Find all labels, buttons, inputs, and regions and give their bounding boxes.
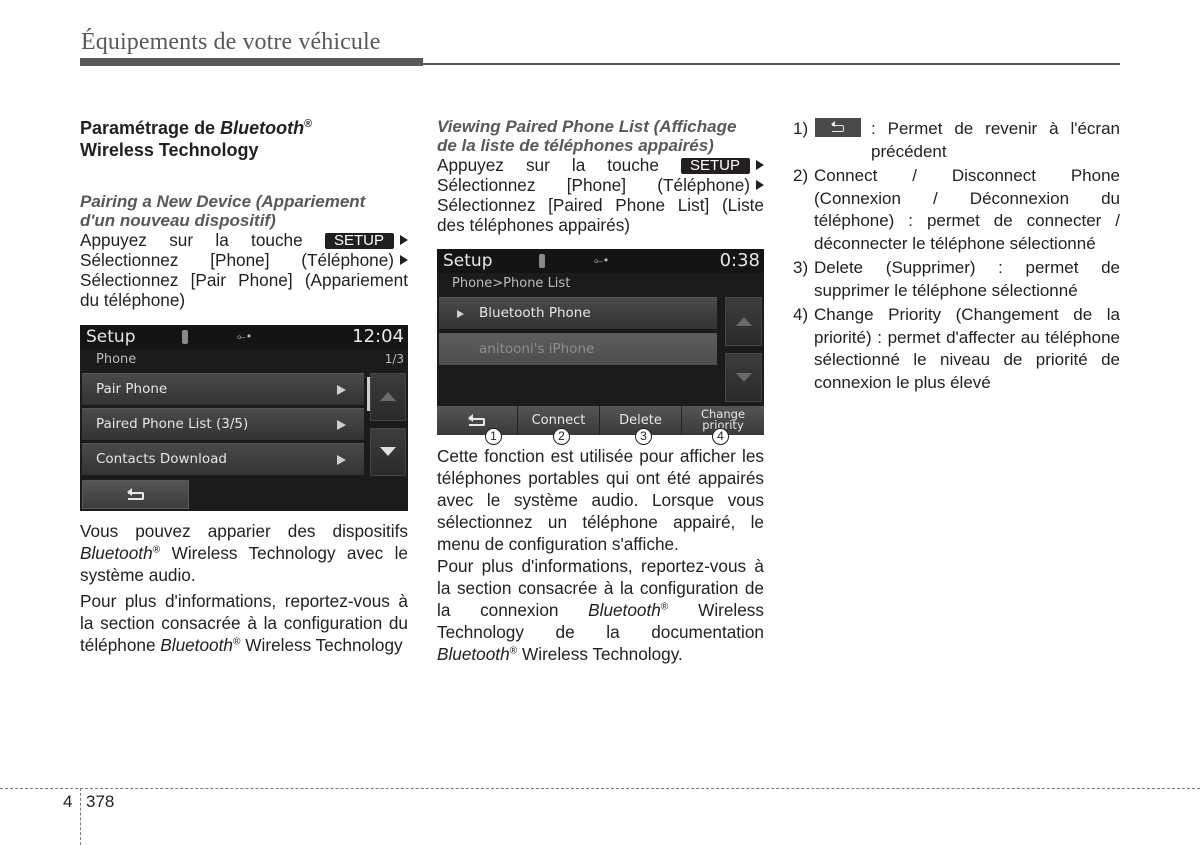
- column-2-body: Cette fonction est utilisée pour affiche…: [437, 445, 764, 665]
- column-1: Paramétrage de Bluetooth® Wireless Techn…: [80, 117, 408, 310]
- list-item: 3) Delete (Supprimer) : permet de suppri…: [793, 258, 1120, 300]
- back-icon: [126, 487, 144, 500]
- button-descriptions: 1) : Permet de revenir à l'écran précéde…: [793, 118, 1120, 396]
- back-icon: [468, 413, 485, 426]
- arrow-down-icon: [380, 447, 396, 456]
- bluetooth-icon: [182, 330, 188, 344]
- callout-4: 4: [712, 428, 729, 445]
- footer-rule: [0, 788, 1200, 789]
- clock: 0:38: [719, 250, 760, 271]
- step-1: Appuyez sur la touche SETUP: [80, 230, 408, 250]
- back-button-icon: [815, 118, 861, 137]
- footer-divider: [80, 788, 81, 845]
- arrow-up-icon: [380, 392, 396, 401]
- setup-key: SETUP: [680, 158, 750, 174]
- chevron-right-icon: [337, 385, 346, 395]
- step-2: Sélectionnez [Phone] (Téléphone): [80, 250, 408, 270]
- list-group-bluetooth-phone[interactable]: Bluetooth Phone: [439, 297, 717, 329]
- callout-1: 1: [485, 428, 502, 445]
- header-rule: [423, 63, 1120, 65]
- status-bar: Setup ⟜• 12:04: [80, 325, 408, 349]
- menu-item-pair-phone[interactable]: Pair Phone: [82, 373, 364, 405]
- arrow-up-icon: [735, 316, 752, 326]
- clock: 12:04: [352, 326, 404, 347]
- chevron-right-icon: [337, 420, 346, 430]
- setup-key: SETUP: [324, 233, 394, 249]
- callout-3: 3: [635, 428, 652, 445]
- arrow-right-icon: [756, 180, 764, 190]
- page-indicator: 1/3: [384, 352, 404, 366]
- back-button[interactable]: [437, 406, 518, 435]
- section-heading: Paramétrage de Bluetooth® Wireless Techn…: [80, 118, 313, 160]
- header-bar: [80, 58, 423, 66]
- back-button[interactable]: [82, 480, 189, 509]
- list-item-phone[interactable]: anitooni's iPhone: [439, 333, 717, 365]
- paired-phone-list-screen: Setup ⟜• 0:38 Phone>Phone List Bluetooth…: [437, 249, 764, 435]
- paragraph: Pour plus d'informations, reportez-vous …: [80, 591, 408, 655]
- menu-item-contacts-download[interactable]: Contacts Download: [82, 443, 364, 475]
- menu-item-paired-phone-list[interactable]: Paired Phone List (3/5): [82, 408, 364, 440]
- setup-phone-screen: Setup ⟜• 12:04 Phone 1/3 Pair Phone Pair…: [80, 325, 408, 511]
- list-item: 4) Change Priority (Changement de la pri…: [793, 305, 1120, 392]
- screen-subtitle: Phone: [96, 352, 137, 367]
- scroll-down-button[interactable]: [370, 428, 406, 476]
- arrow-down-icon: [735, 372, 752, 382]
- step-3: Sélectionnez [Paired Phone List] (Liste …: [437, 195, 764, 235]
- scroll-up-button[interactable]: [725, 297, 762, 346]
- paragraph: Pour plus d'informations, reportez-vous …: [437, 556, 764, 664]
- list-item: 2) Connect / Disconnect Phone (Connexion…: [793, 166, 1120, 253]
- step-2: Sélectionnez [Phone] (Téléphone): [437, 175, 764, 195]
- arrow-right-icon: [400, 235, 408, 245]
- paragraph: Vous pouvez apparier des dispositifs Blu…: [80, 521, 408, 585]
- chevron-right-icon: [337, 455, 346, 465]
- scroll-down-button[interactable]: [725, 353, 762, 402]
- usb-icon: ⟜•: [594, 254, 610, 267]
- step-1: Appuyez sur la touche SETUP: [437, 155, 764, 175]
- breadcrumb: Phone>Phone List: [452, 276, 571, 291]
- bluetooth-icon: [539, 254, 545, 268]
- column-2: Viewing Paired Phone List (Affichage de …: [437, 117, 764, 235]
- list-item: 1) : Permet de revenir à l'écran précéde…: [793, 118, 1120, 161]
- scroll-up-button[interactable]: [370, 373, 406, 421]
- expand-arrow-icon: [457, 310, 464, 318]
- column-1-body: Vous pouvez apparier des dispositifs Blu…: [80, 520, 408, 656]
- screen-title: Setup: [443, 251, 493, 271]
- arrow-right-icon: [756, 160, 764, 170]
- screen-title: Setup: [86, 327, 136, 347]
- chapter-title: Équipements de votre véhicule: [81, 29, 381, 55]
- callout-2: 2: [553, 428, 570, 445]
- arrow-right-icon: [400, 255, 408, 265]
- subsection-heading-paired-list: Viewing Paired Phone List (Affichage de …: [437, 117, 737, 155]
- page-number: 378: [86, 792, 115, 811]
- chapter-number: 4: [63, 792, 73, 811]
- usb-icon: ⟜•: [237, 330, 253, 343]
- paragraph: Cette fonction est utilisée pour affiche…: [437, 446, 764, 554]
- status-bar: Setup ⟜• 0:38: [437, 249, 764, 273]
- subsection-heading-pairing: Pairing a New Device (Appariement d'un n…: [80, 192, 366, 230]
- step-3: Sélectionnez [Pair Phone] (Appariement d…: [80, 270, 408, 310]
